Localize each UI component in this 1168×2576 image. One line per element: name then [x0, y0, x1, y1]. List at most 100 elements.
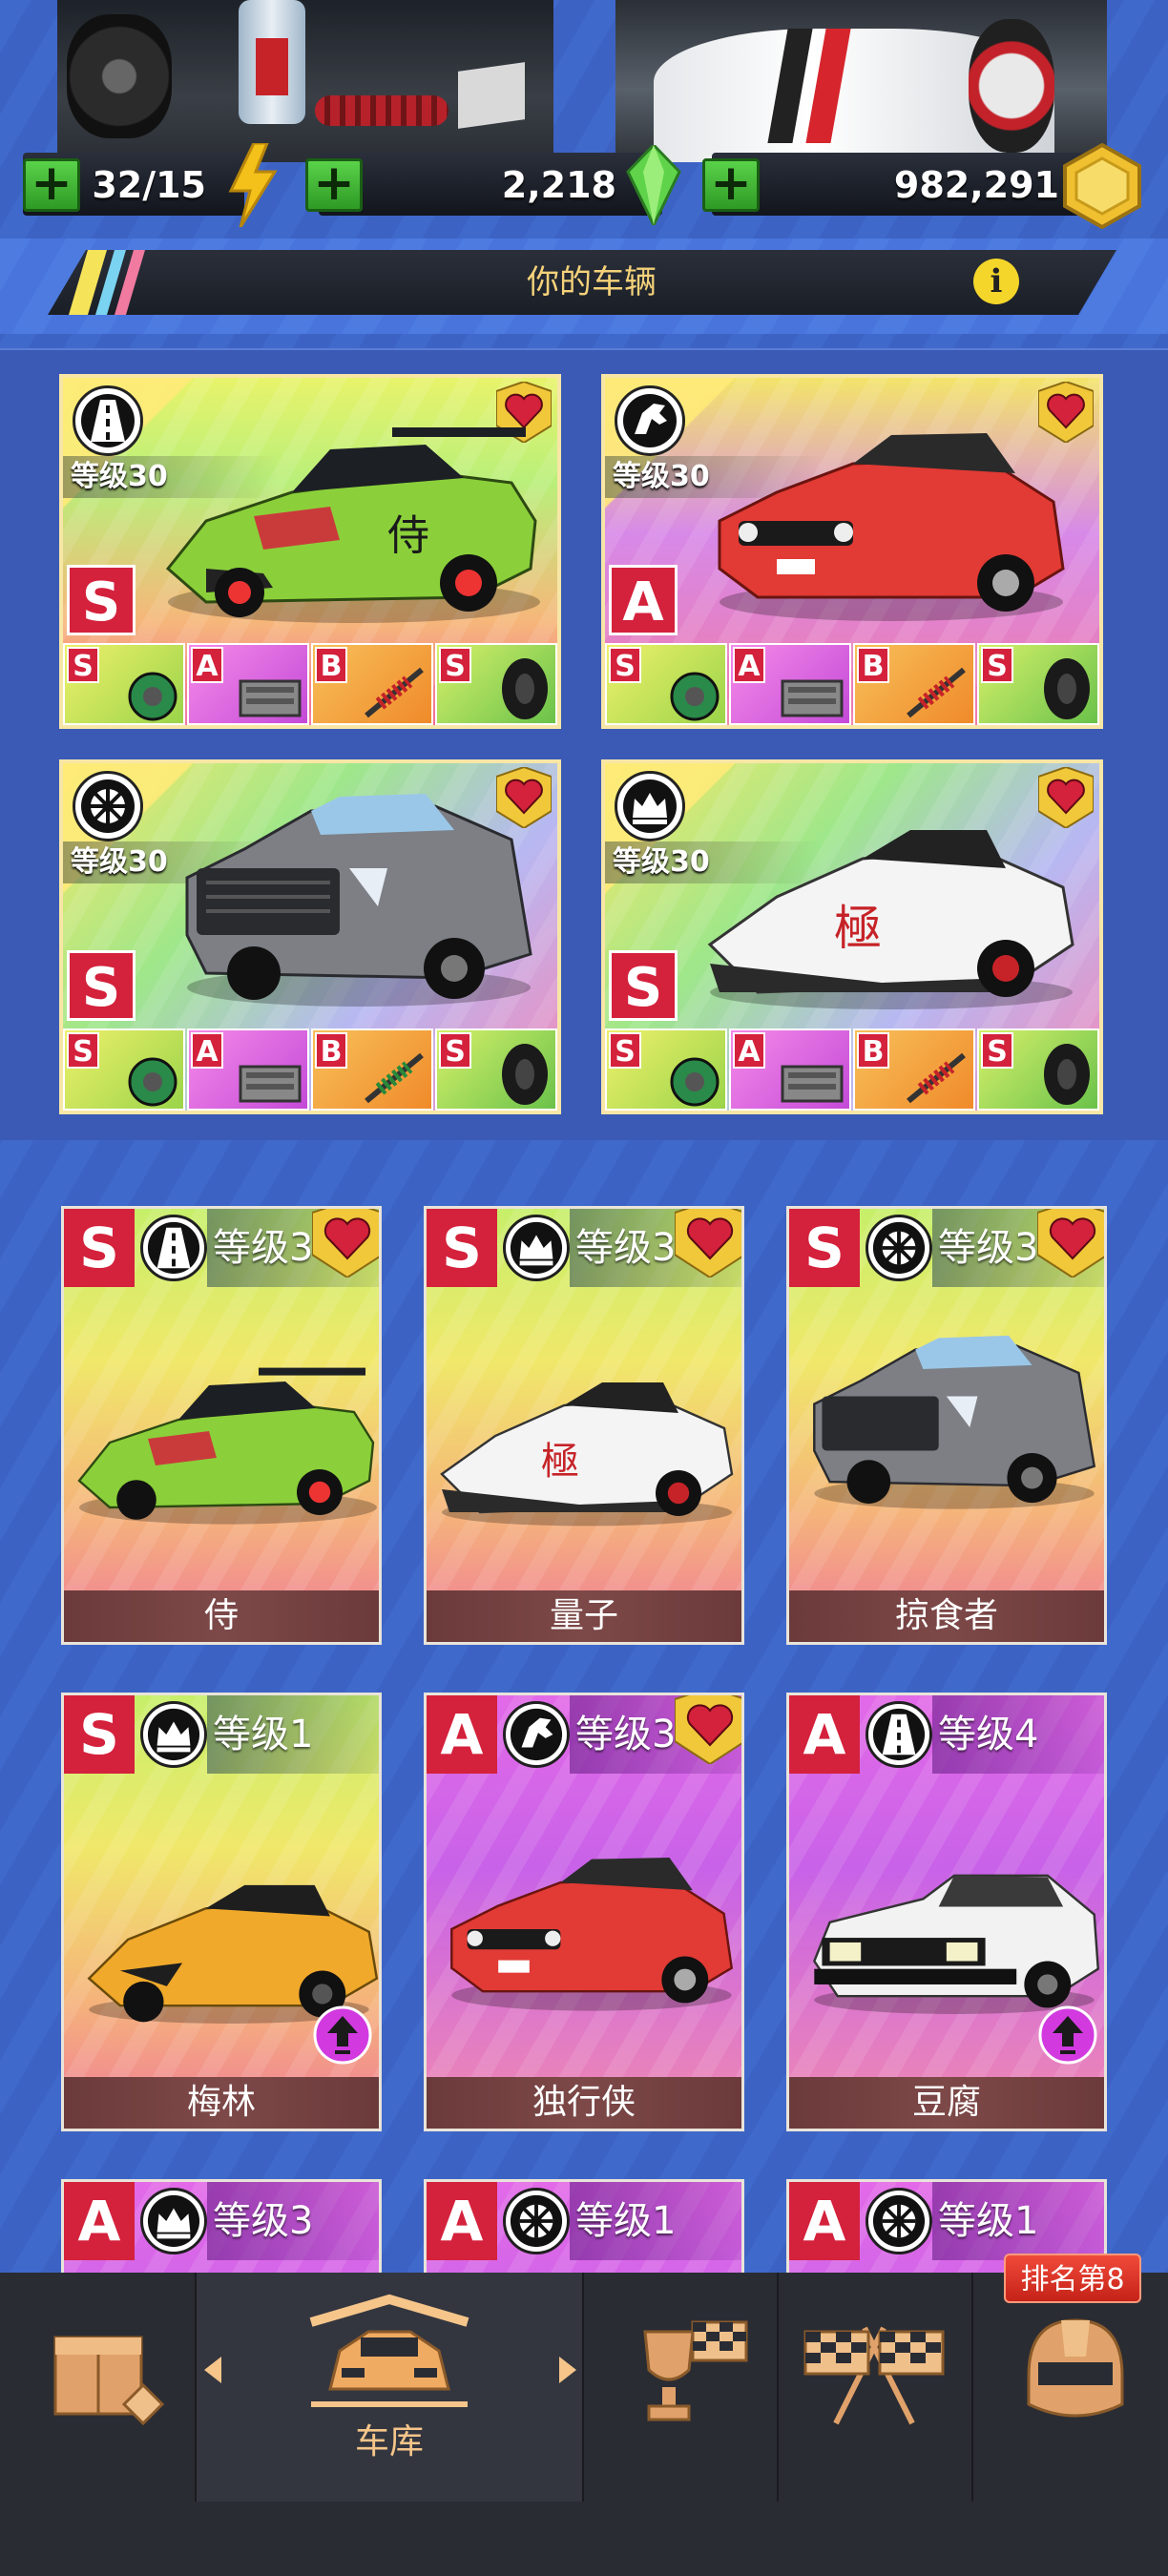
ecu-part[interactable]: A: [187, 1028, 309, 1111]
car-rank-badge: A: [789, 2182, 860, 2260]
road-icon: [140, 1215, 207, 1281]
nav-prev-arrow[interactable]: [204, 2357, 221, 2383]
garage-car-card[interactable]: S 等级3 極 量子: [424, 1206, 744, 1645]
tire-icon: [502, 1044, 548, 1105]
suspension-part[interactable]: B: [311, 1028, 433, 1111]
car-image: [185, 794, 532, 1007]
part-grade: S: [981, 1032, 1013, 1069]
favorite-heart-icon[interactable]: [675, 1206, 744, 1278]
lightning-icon: [228, 143, 278, 227]
nav-footer: [0, 2502, 1168, 2576]
suspension-part[interactable]: B: [853, 1028, 975, 1111]
car-image: [813, 1335, 1096, 1509]
favorite-heart-icon[interactable]: [1037, 1206, 1107, 1278]
shop-crate-icon[interactable]: [48, 2318, 172, 2433]
part-grade: B: [857, 1032, 889, 1069]
ecu-part[interactable]: A: [729, 643, 851, 725]
coin-icon: [1063, 143, 1141, 229]
car-image: [718, 433, 1065, 621]
garage-car-card[interactable]: S 等级3 掠食者: [786, 1206, 1107, 1645]
favorite-heart-icon[interactable]: [312, 1206, 382, 1278]
add-gems-button[interactable]: +: [305, 158, 363, 212]
car-level: 等级1: [938, 2199, 1039, 2243]
spring-icon: [365, 667, 424, 718]
crown-icon: [503, 1215, 570, 1281]
add-coins-button[interactable]: +: [702, 158, 760, 212]
favorite-car-card[interactable]: 等级30 侍 S S A B S: [59, 374, 561, 729]
section-title: 你的车辆: [527, 263, 657, 301]
car-rank-badge: A: [427, 2182, 497, 2260]
race-flags-icon[interactable]: [798, 2318, 950, 2433]
suspension-part[interactable]: B: [311, 643, 433, 725]
ecu-part[interactable]: A: [187, 643, 309, 725]
gem-icon: [626, 145, 681, 225]
nav-divider: [777, 2273, 779, 2502]
car-rank-badge: S: [64, 1209, 135, 1287]
car-rank-badge: A: [789, 1695, 860, 1774]
turbo-icon: [128, 672, 177, 721]
part-grade: S: [439, 1032, 471, 1069]
ecu-part[interactable]: A: [729, 1028, 851, 1111]
svg-text:侍: 侍: [387, 511, 429, 560]
car-name: 量子: [427, 1590, 741, 1642]
part-grade: S: [67, 647, 99, 683]
car-rank-badge: S: [427, 1209, 497, 1287]
svg-text:極: 極: [834, 901, 882, 956]
tire-part[interactable]: S: [977, 643, 1099, 725]
turbo-part[interactable]: S: [605, 1028, 727, 1111]
favorite-car-card[interactable]: 等级30 A S A B S: [601, 374, 1103, 729]
upgrade-arrow-icon[interactable]: [1037, 2005, 1098, 2066]
car-image: [77, 1367, 377, 1525]
tire-part[interactable]: S: [435, 1028, 557, 1111]
car-name: 独行侠: [427, 2077, 741, 2129]
garage-car-card[interactable]: S 等级3 侍: [61, 1206, 382, 1645]
car-offer-banner[interactable]: [615, 0, 1107, 162]
car-rank-badge: A: [427, 1695, 497, 1774]
garage-car-card[interactable]: S 等级1 梅林: [61, 1693, 382, 2131]
spring-icon: [365, 1052, 424, 1104]
car-level: 等级4: [938, 1713, 1039, 1756]
car-level: 等级1: [575, 2199, 677, 2243]
garage-car-card[interactable]: A 等级4 豆腐: [786, 1693, 1107, 2131]
favorite-car-card[interactable]: 等级30 S S A B S: [59, 759, 561, 1114]
tire-icon: [502, 658, 548, 719]
part-grade: A: [191, 1032, 223, 1069]
part-grade: A: [191, 647, 223, 683]
upgrade-parts: S A B S: [63, 643, 557, 725]
info-icon[interactable]: i: [973, 259, 1019, 304]
garage-car-icon: [309, 2294, 469, 2407]
part-grade: S: [981, 647, 1013, 683]
part-grade: B: [315, 647, 347, 683]
garage-car-card[interactable]: A 等级3 独行侠: [424, 1693, 744, 2131]
header-stripes: [69, 250, 145, 315]
crown-icon: [140, 1701, 207, 1768]
turbo-part[interactable]: S: [63, 1028, 185, 1111]
favorite-heart-icon[interactable]: [675, 1693, 744, 1764]
turbo-part[interactable]: S: [605, 643, 727, 725]
tire-image: [67, 14, 172, 138]
tire-part[interactable]: S: [435, 643, 557, 725]
ecu-icon: [781, 679, 844, 717]
wheel-icon: [73, 771, 143, 841]
nav-divider: [195, 2273, 197, 2502]
suspension-part[interactable]: B: [853, 643, 975, 725]
part-grade: S: [609, 647, 641, 683]
horse-icon: [503, 1701, 570, 1768]
car-rank-badge: S: [67, 950, 136, 1021]
favorite-car-card[interactable]: 等级30 極 S S A B S: [601, 759, 1103, 1114]
part-grade: S: [439, 647, 471, 683]
car-image: 極: [707, 830, 1074, 1009]
helmet-icon[interactable]: [1013, 2309, 1137, 2433]
trophy-icon[interactable]: [626, 2313, 750, 2437]
part-grade: S: [609, 1032, 641, 1069]
car-level: 等级3: [575, 1713, 677, 1756]
parts-shop-banner[interactable]: [57, 0, 553, 162]
nav-next-arrow[interactable]: [559, 2357, 576, 2383]
upgrade-arrow-icon[interactable]: [312, 2005, 373, 2066]
tire-part[interactable]: S: [977, 1028, 1099, 1111]
car-level: 等级3: [213, 1226, 314, 1270]
turbo-part[interactable]: S: [63, 643, 185, 725]
horse-icon: [615, 385, 685, 456]
add-fuel-button[interactable]: +: [23, 158, 80, 212]
suspension-image: [315, 95, 448, 126]
